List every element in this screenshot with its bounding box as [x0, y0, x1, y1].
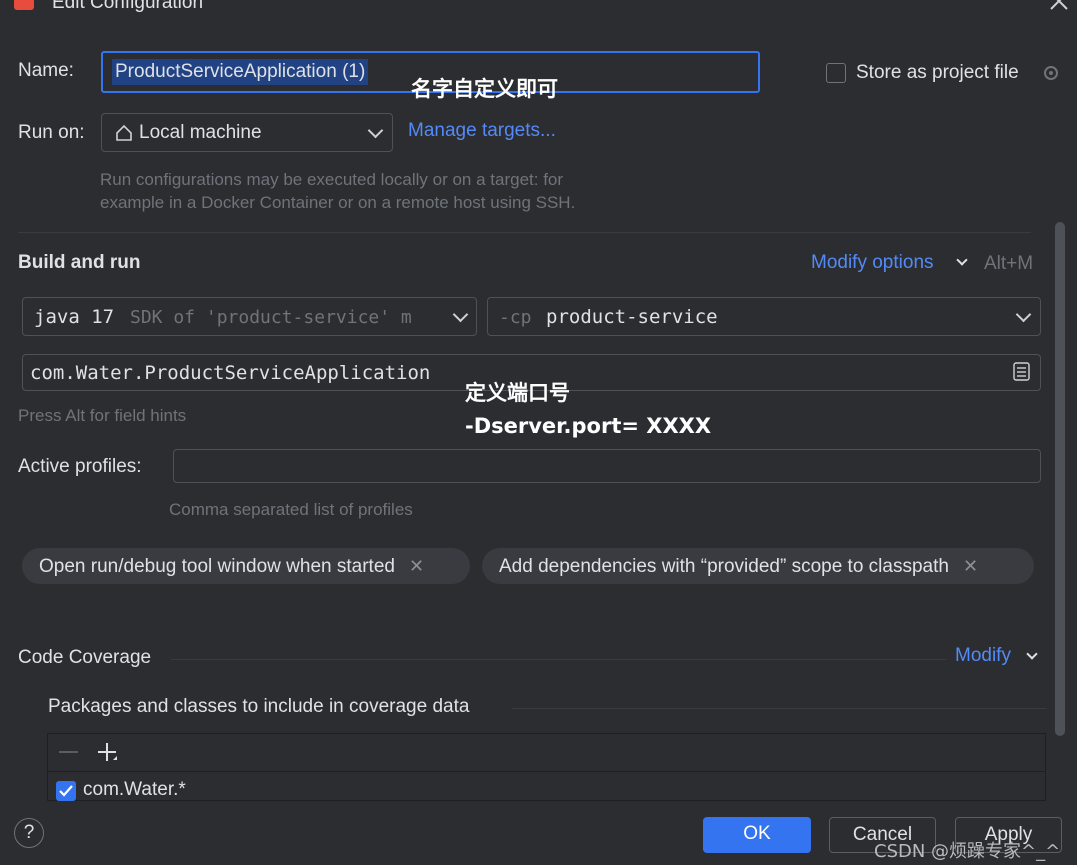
- chevron-down-icon: [1015, 306, 1032, 323]
- packages-toolbar: [48, 734, 1045, 772]
- run-on-hint-2: example in a Docker Container or on a re…: [100, 193, 576, 212]
- chip-label: Open run/debug tool window when started: [39, 556, 395, 577]
- app-icon: [14, 0, 34, 10]
- chevron-down-icon: [367, 122, 384, 139]
- ok-button[interactable]: OK: [703, 817, 811, 853]
- main-class-value: com.Water.ProductServiceApplication: [30, 362, 431, 384]
- remove-icon[interactable]: [59, 751, 78, 753]
- profiles-label: Active profiles:: [18, 456, 142, 477]
- cp-value: product-service: [546, 306, 718, 328]
- divider: [18, 232, 1031, 233]
- close-icon[interactable]: [1048, 0, 1070, 12]
- chevron-down-icon: [452, 306, 469, 323]
- jdk-select[interactable]: java 17 SDK of 'product-service' m: [22, 297, 477, 336]
- packages-table: com.Water.*: [47, 733, 1046, 801]
- add-icon[interactable]: [97, 742, 119, 770]
- chevron-down-icon: [1026, 648, 1038, 660]
- watermark: CSDN @烦躁专家^_^: [874, 841, 1061, 862]
- modify-options-label: Modify options: [811, 252, 934, 273]
- jdk-hint: SDK of 'product-service' m: [130, 307, 412, 328]
- window-title: Edit Configuration: [52, 0, 204, 13]
- chip-label: Add dependencies with “provided” scope t…: [499, 556, 949, 577]
- browse-class-icon[interactable]: [1013, 362, 1031, 388]
- help-button[interactable]: ?: [14, 818, 44, 848]
- store-checkbox[interactable]: [826, 63, 846, 83]
- list-item-label: com.Water.*: [83, 779, 186, 800]
- build-run-title: Build and run: [18, 252, 141, 273]
- port-annotation-title: 定义端口号: [465, 381, 570, 405]
- gear-icon[interactable]: [1040, 62, 1062, 90]
- jdk-value: java 17: [34, 306, 115, 328]
- cp-prefix: -cp: [499, 307, 532, 328]
- packages-title: Packages and classes to include in cover…: [48, 696, 470, 717]
- remove-icon[interactable]: ✕: [409, 556, 424, 576]
- run-on-label: Run on:: [18, 122, 85, 143]
- chevron-down-icon: [956, 254, 968, 266]
- help-label: ?: [23, 822, 35, 843]
- manage-targets-link[interactable]: Manage targets...: [408, 120, 556, 142]
- remove-icon[interactable]: ✕: [963, 556, 978, 576]
- store-label[interactable]: Store as project file: [856, 62, 1019, 84]
- run-on-hint-1: Run configurations may be executed local…: [100, 170, 564, 189]
- name-annotation: 名字自定义即可: [411, 77, 558, 101]
- field-hint: Press Alt for field hints: [18, 406, 187, 425]
- divider: [171, 659, 946, 660]
- modify-options-link[interactable]: Modify options: [811, 252, 934, 274]
- name-value: ProductServiceApplication (1): [112, 59, 369, 85]
- divider: [512, 708, 1046, 709]
- scrollbar[interactable]: [1055, 222, 1065, 736]
- chip-open-tool-window[interactable]: Open run/debug tool window when started ✕: [22, 548, 470, 584]
- checkbox-checked[interactable]: [56, 781, 76, 801]
- run-on-value: Local machine: [139, 122, 262, 143]
- name-label: Name:: [18, 60, 74, 81]
- modify-shortcut: Alt+M: [984, 253, 1034, 274]
- coverage-modify-link[interactable]: Modify: [955, 645, 1011, 667]
- coverage-modify-label: Modify: [955, 645, 1011, 666]
- ok-label: OK: [743, 823, 771, 844]
- profiles-hint: Comma separated list of profiles: [169, 500, 413, 519]
- profiles-input[interactable]: [173, 449, 1041, 483]
- home-icon: [114, 123, 134, 149]
- chip-provided-scope[interactable]: Add dependencies with “provided” scope t…: [482, 548, 1034, 584]
- classpath-select[interactable]: -cp product-service: [487, 297, 1041, 336]
- run-on-select[interactable]: Local machine: [101, 113, 393, 152]
- coverage-title: Code Coverage: [18, 647, 152, 668]
- port-annotation-value: -Dserver.port= XXXX: [465, 414, 712, 438]
